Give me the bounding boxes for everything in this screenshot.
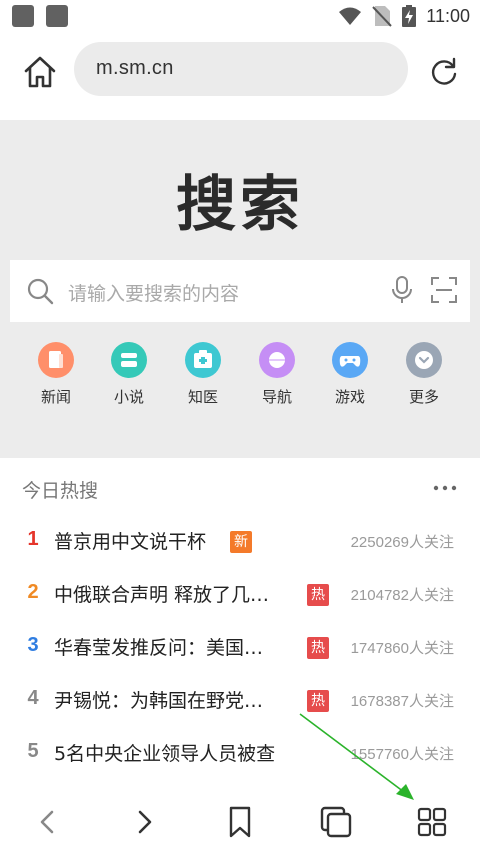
bookmark-icon[interactable] xyxy=(222,804,258,840)
hot-title-text: 中俄联合声明 释放了几… xyxy=(54,584,270,606)
tabs-icon[interactable] xyxy=(318,804,354,840)
hot-title-text: 5名中央企业领导人员被查 xyxy=(54,743,276,765)
novel-icon xyxy=(111,342,147,378)
wifi-icon xyxy=(339,7,362,25)
forward-icon[interactable] xyxy=(126,804,162,840)
hot-follow-count: 1747860人关注 xyxy=(350,640,454,657)
bottom-nav xyxy=(0,790,480,853)
address-bar: m.sm.cn xyxy=(0,32,480,120)
quick-link-label: 新闻 xyxy=(40,388,71,406)
hot-follow-count: 2104782人关注 xyxy=(350,587,454,604)
hot-rank: 3 xyxy=(27,634,39,656)
microphone-icon[interactable] xyxy=(390,275,414,305)
hot-search-item[interactable]: 5 5名中央企业领导人员被查 1557760人关注 xyxy=(0,728,480,778)
refresh-icon[interactable] xyxy=(426,54,462,90)
hot-follow-count: 2250269人关注 xyxy=(350,534,454,551)
quick-link-medical[interactable]: 知医 xyxy=(166,342,240,407)
notification-square-icon xyxy=(46,5,68,27)
quick-link-label: 小说 xyxy=(113,388,144,406)
status-bar: 11:00 xyxy=(0,0,480,32)
home-icon[interactable] xyxy=(22,54,58,90)
search-icon xyxy=(27,278,54,305)
hot-rank: 1 xyxy=(27,528,39,550)
search-logo: 搜索 xyxy=(176,170,304,240)
hot-search-item[interactable]: 3 华春莹发推反问：美国… 热 1747860人关注 xyxy=(0,622,480,672)
hot-search-item[interactable]: 1 普京用中文说干杯 新 2250269人关注 xyxy=(0,516,480,566)
quick-link-navigation[interactable]: 导航 xyxy=(240,342,314,407)
more-chevron-icon xyxy=(406,342,442,378)
hot-rank: 4 xyxy=(27,687,39,709)
new-badge: 新 xyxy=(230,531,252,553)
hot-search-item[interactable]: 2 中俄联合声明 释放了几… 热 2104782人关注 xyxy=(0,569,480,619)
hot-follow-count: 1557760人关注 xyxy=(350,746,454,763)
hot-title-text: 华春莹发推反问：美国… xyxy=(54,637,264,659)
hot-badge: 热 xyxy=(307,584,329,606)
menu-grid-icon[interactable] xyxy=(414,804,450,840)
hot-title-text: 尹锡悦：为韩国在野党… xyxy=(54,690,264,712)
quick-link-game[interactable]: 游戏 xyxy=(313,342,387,407)
notification-square-icon xyxy=(12,5,34,27)
navigation-icon xyxy=(259,342,295,378)
game-icon xyxy=(332,342,368,378)
quick-link-label: 更多 xyxy=(408,388,439,406)
quick-link-novel[interactable]: 小说 xyxy=(92,342,166,407)
scan-icon[interactable] xyxy=(430,276,458,304)
quick-link-label: 游戏 xyxy=(334,388,365,406)
hot-title-text: 普京用中文说干杯 xyxy=(54,531,207,553)
hot-search-item[interactable]: 4 尹锡悦：为韩国在野党… 热 1678387人关注 xyxy=(0,675,480,725)
hot-badge: 热 xyxy=(307,690,329,712)
battery-charging-icon xyxy=(402,5,417,27)
quick-link-news[interactable]: 新闻 xyxy=(19,342,93,407)
quick-link-label: 知医 xyxy=(187,388,218,406)
url-text: m.sm.cn xyxy=(96,57,174,79)
quick-links: 新闻 小说 知医 导航 游戏 更多 xyxy=(0,342,480,412)
hot-search-title: 今日热搜 xyxy=(22,480,99,502)
news-icon xyxy=(38,342,74,378)
quick-link-more[interactable]: 更多 xyxy=(387,342,461,407)
search-placeholder: 请输入要搜索的内容 xyxy=(68,283,240,305)
search-area: 搜索 请输入要搜索的内容 新闻 小说 知医 导航 游戏 更多 xyxy=(0,120,480,458)
hot-badge: 热 xyxy=(307,637,329,659)
quick-link-label: 导航 xyxy=(261,388,292,406)
more-dots-icon[interactable] xyxy=(432,480,458,496)
hot-follow-count: 1678387人关注 xyxy=(350,693,454,710)
back-icon[interactable] xyxy=(30,804,66,840)
no-sim-icon xyxy=(372,6,393,27)
status-time: 11:00 xyxy=(426,5,470,26)
hot-rank: 5 xyxy=(27,740,39,762)
hot-rank: 2 xyxy=(27,581,39,603)
search-input[interactable]: 请输入要搜索的内容 xyxy=(10,260,470,322)
medical-icon xyxy=(185,342,221,378)
url-field[interactable]: m.sm.cn xyxy=(74,42,408,96)
hot-search-section: 今日热搜 1 普京用中文说干杯 新 2250269人关注 2 中俄联合声明 释放… xyxy=(0,458,480,778)
